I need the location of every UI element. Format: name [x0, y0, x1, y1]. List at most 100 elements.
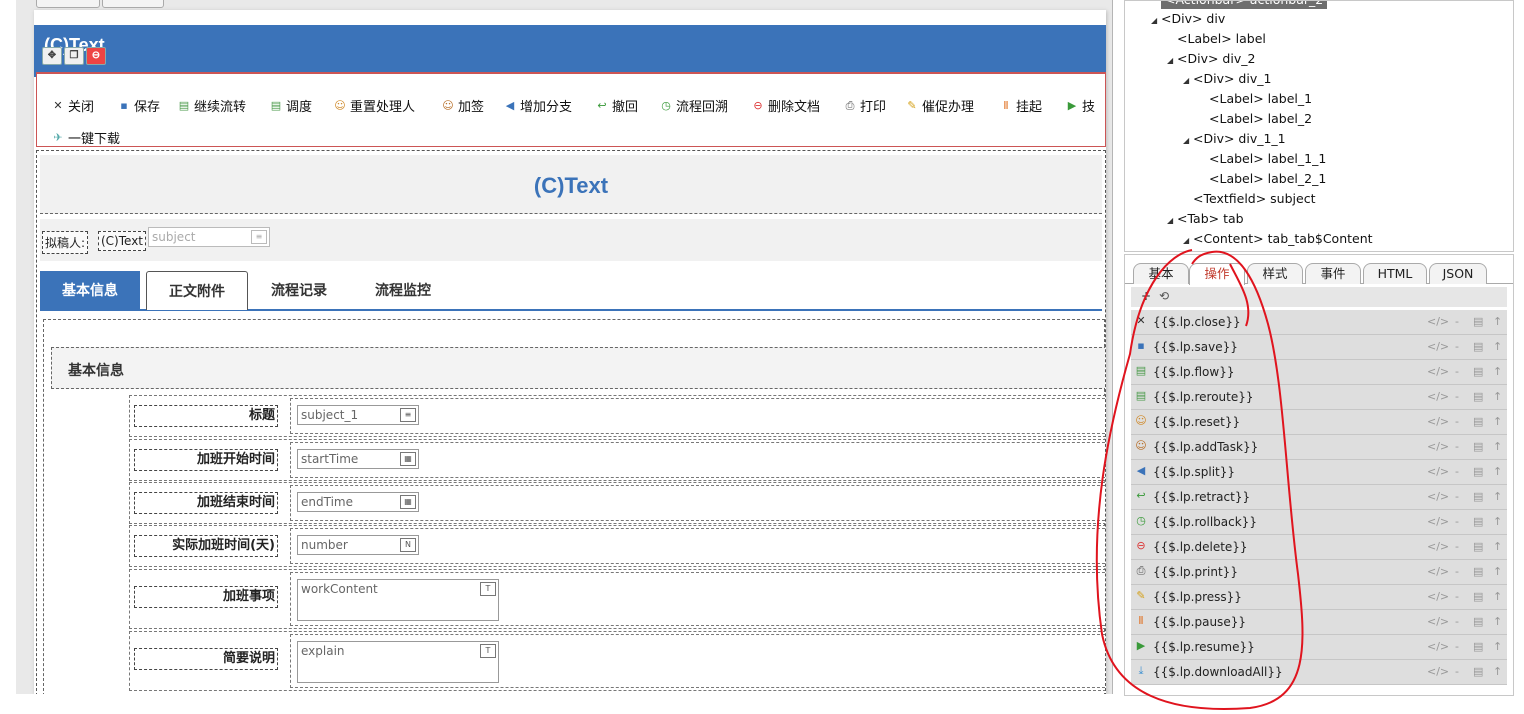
action-save-button[interactable]: ▪ 保存 [117, 96, 160, 116]
code-icon[interactable]: </> [1427, 640, 1449, 653]
operation-row[interactable]: ⎙ {{$.lp.print}} </> - ▤ ↑ [1131, 560, 1507, 585]
expand-triangle-icon[interactable]: ◢ [1151, 16, 1161, 25]
move-up-icon[interactable]: ↑ [1493, 565, 1502, 578]
code-icon[interactable]: </> [1427, 590, 1449, 603]
tree-node[interactable]: <Textfield> subject [1193, 191, 1315, 206]
action-delete-button[interactable]: ⊖ 删除文档 [751, 96, 820, 116]
property-tab-1[interactable]: 操作 [1189, 263, 1245, 285]
tree-selected-node[interactable]: <Actionbar> actionbar_2 [1161, 1, 1328, 9]
move-up-icon[interactable]: ↑ [1493, 590, 1502, 603]
move-up-icon[interactable]: ↑ [1493, 415, 1502, 428]
minus-icon[interactable]: - [1455, 340, 1459, 353]
expand-triangle-icon[interactable]: ◢ [1183, 136, 1193, 145]
action-pause-button[interactable]: Ⅱ 挂起 [999, 96, 1042, 116]
code-icon[interactable]: </> [1427, 365, 1449, 378]
tree-node[interactable]: ◢ <Div> div_2 [1167, 51, 1255, 66]
tree-node[interactable]: ◢ <Content> tab_tab$Content [1183, 231, 1373, 246]
copy-icon[interactable]: ❐ [64, 47, 84, 65]
move-up-icon[interactable]: ↑ [1493, 615, 1502, 628]
code-icon[interactable]: </> [1427, 415, 1449, 428]
code-icon[interactable]: </> [1427, 515, 1449, 528]
field-input[interactable]: startTime ▦ [297, 449, 419, 469]
minus-icon[interactable]: - [1455, 540, 1459, 553]
tree-node[interactable]: ◢ <Tab> tab [1167, 211, 1244, 226]
subject-input[interactable]: subject ≡ [148, 227, 270, 247]
minus-icon[interactable]: - [1455, 465, 1459, 478]
list-icon[interactable]: ▤ [1473, 490, 1483, 503]
list-icon[interactable]: ▤ [1473, 515, 1483, 528]
tree-node[interactable]: ◢ <Div> div_1 [1183, 71, 1271, 86]
action-print-button[interactable]: ⎙ 打印 [843, 96, 886, 116]
operation-row[interactable]: ✎ {{$.lp.press}} </> - ▤ ↑ [1131, 585, 1507, 610]
field-input[interactable]: explain T [297, 641, 499, 683]
operation-row[interactable]: ◀ {{$.lp.split}} </> - ▤ ↑ [1131, 460, 1507, 485]
minus-icon[interactable]: - [1455, 640, 1459, 653]
minus-icon[interactable]: - [1455, 590, 1459, 603]
move-up-icon[interactable]: ↑ [1493, 640, 1502, 653]
tree-node[interactable]: ◢ <Div> div_1_1 [1183, 131, 1286, 146]
operation-row[interactable]: ▶ {{$.lp.resume}} </> - ▤ ↑ [1131, 635, 1507, 660]
list-icon[interactable]: ▤ [1473, 465, 1483, 478]
property-tab-2[interactable]: 样式 [1247, 263, 1303, 284]
property-tab-4[interactable]: HTML [1363, 263, 1427, 284]
tree-node[interactable]: <Label> label_1 [1209, 91, 1312, 106]
document-tab-2[interactable] [102, 0, 164, 8]
operation-row[interactable]: ☺ {{$.lp.reset}} </> - ▤ ↑ [1131, 410, 1507, 435]
tab-attachments[interactable]: 正文附件 [146, 271, 248, 310]
move-up-icon[interactable]: ↑ [1493, 465, 1502, 478]
list-icon[interactable]: ▤ [1473, 665, 1483, 678]
remove-icon[interactable]: ⊖ [86, 47, 106, 65]
field-input[interactable]: endTime ▦ [297, 492, 419, 512]
action-retract-button[interactable]: ↩ 撤回 [595, 96, 638, 116]
operation-row[interactable]: ▪ {{$.lp.save}} </> - ▤ ↑ [1131, 335, 1507, 360]
tab-flow-records[interactable]: 流程记录 [254, 271, 344, 309]
code-icon[interactable]: </> [1427, 315, 1449, 328]
document-tab-1[interactable] [36, 0, 100, 8]
tree-node[interactable]: ◢ <Div> div [1151, 11, 1225, 26]
code-icon[interactable]: </> [1427, 490, 1449, 503]
list-icon[interactable]: ▤ [1473, 590, 1483, 603]
list-icon[interactable]: ▤ [1473, 565, 1483, 578]
code-icon[interactable]: </> [1427, 665, 1449, 678]
move-up-icon[interactable]: ↑ [1493, 540, 1502, 553]
code-icon[interactable]: </> [1427, 340, 1449, 353]
minus-icon[interactable]: - [1455, 440, 1459, 453]
action-rollback-button[interactable]: ◷ 流程回溯 [659, 96, 728, 116]
move-up-icon[interactable]: ↑ [1493, 665, 1502, 678]
move-icon[interactable]: ✥ [42, 47, 62, 65]
expand-triangle-icon[interactable]: ◢ [1167, 216, 1177, 225]
move-up-icon[interactable]: ↑ [1493, 340, 1502, 353]
operation-row[interactable]: ☺ {{$.lp.addTask}} </> - ▤ ↑ [1131, 435, 1507, 460]
tree-node[interactable]: <Label> label_2 [1209, 111, 1312, 126]
minus-icon[interactable]: - [1455, 415, 1459, 428]
code-icon[interactable]: </> [1427, 440, 1449, 453]
code-icon[interactable]: </> [1427, 465, 1449, 478]
action-split-button[interactable]: ◀ 增加分支 [503, 96, 572, 116]
tree-node[interactable]: <Label> label_1_1 [1209, 151, 1326, 166]
field-input[interactable]: subject_1 ≡ [297, 405, 419, 425]
refresh-icon[interactable]: ⟲ [1159, 289, 1169, 303]
action-flow-button[interactable]: ▤ 继续流转 [177, 96, 246, 116]
list-icon[interactable]: ▤ [1473, 390, 1483, 403]
tab-flow-monitor[interactable]: 流程监控 [358, 271, 448, 309]
field-input[interactable]: number N [297, 535, 419, 555]
move-up-icon[interactable]: ↑ [1493, 365, 1502, 378]
expand-triangle-icon[interactable]: ◢ [1167, 56, 1177, 65]
action-reroute-button[interactable]: ▤ 调度 [269, 96, 312, 116]
operation-row[interactable]: ✕ {{$.lp.close}} </> - ▤ ↑ [1131, 310, 1507, 335]
tree-node[interactable]: <Label> label [1177, 31, 1266, 46]
list-icon[interactable]: ▤ [1473, 615, 1483, 628]
move-up-icon[interactable]: ↑ [1493, 490, 1502, 503]
property-tab-3[interactable]: 事件 [1305, 263, 1361, 284]
expand-triangle-icon[interactable]: ◢ [1183, 76, 1193, 85]
action-close-button[interactable]: ✕ 关闭 [51, 96, 94, 116]
action-resume-button[interactable]: ▶ 技 [1065, 96, 1095, 116]
tab-basic-info[interactable]: 基本信息 [40, 271, 140, 309]
list-icon[interactable]: ▤ [1473, 415, 1483, 428]
list-icon[interactable]: ▤ [1473, 340, 1483, 353]
action-download-all-button[interactable]: ✈ 一键下载 [51, 128, 120, 148]
move-up-icon[interactable]: ↑ [1493, 315, 1502, 328]
list-icon[interactable]: ▤ [1473, 365, 1483, 378]
operation-row[interactable]: ▤ {{$.lp.reroute}} </> - ▤ ↑ [1131, 385, 1507, 410]
tree-node[interactable]: <Label> label_2_1 [1209, 171, 1326, 186]
